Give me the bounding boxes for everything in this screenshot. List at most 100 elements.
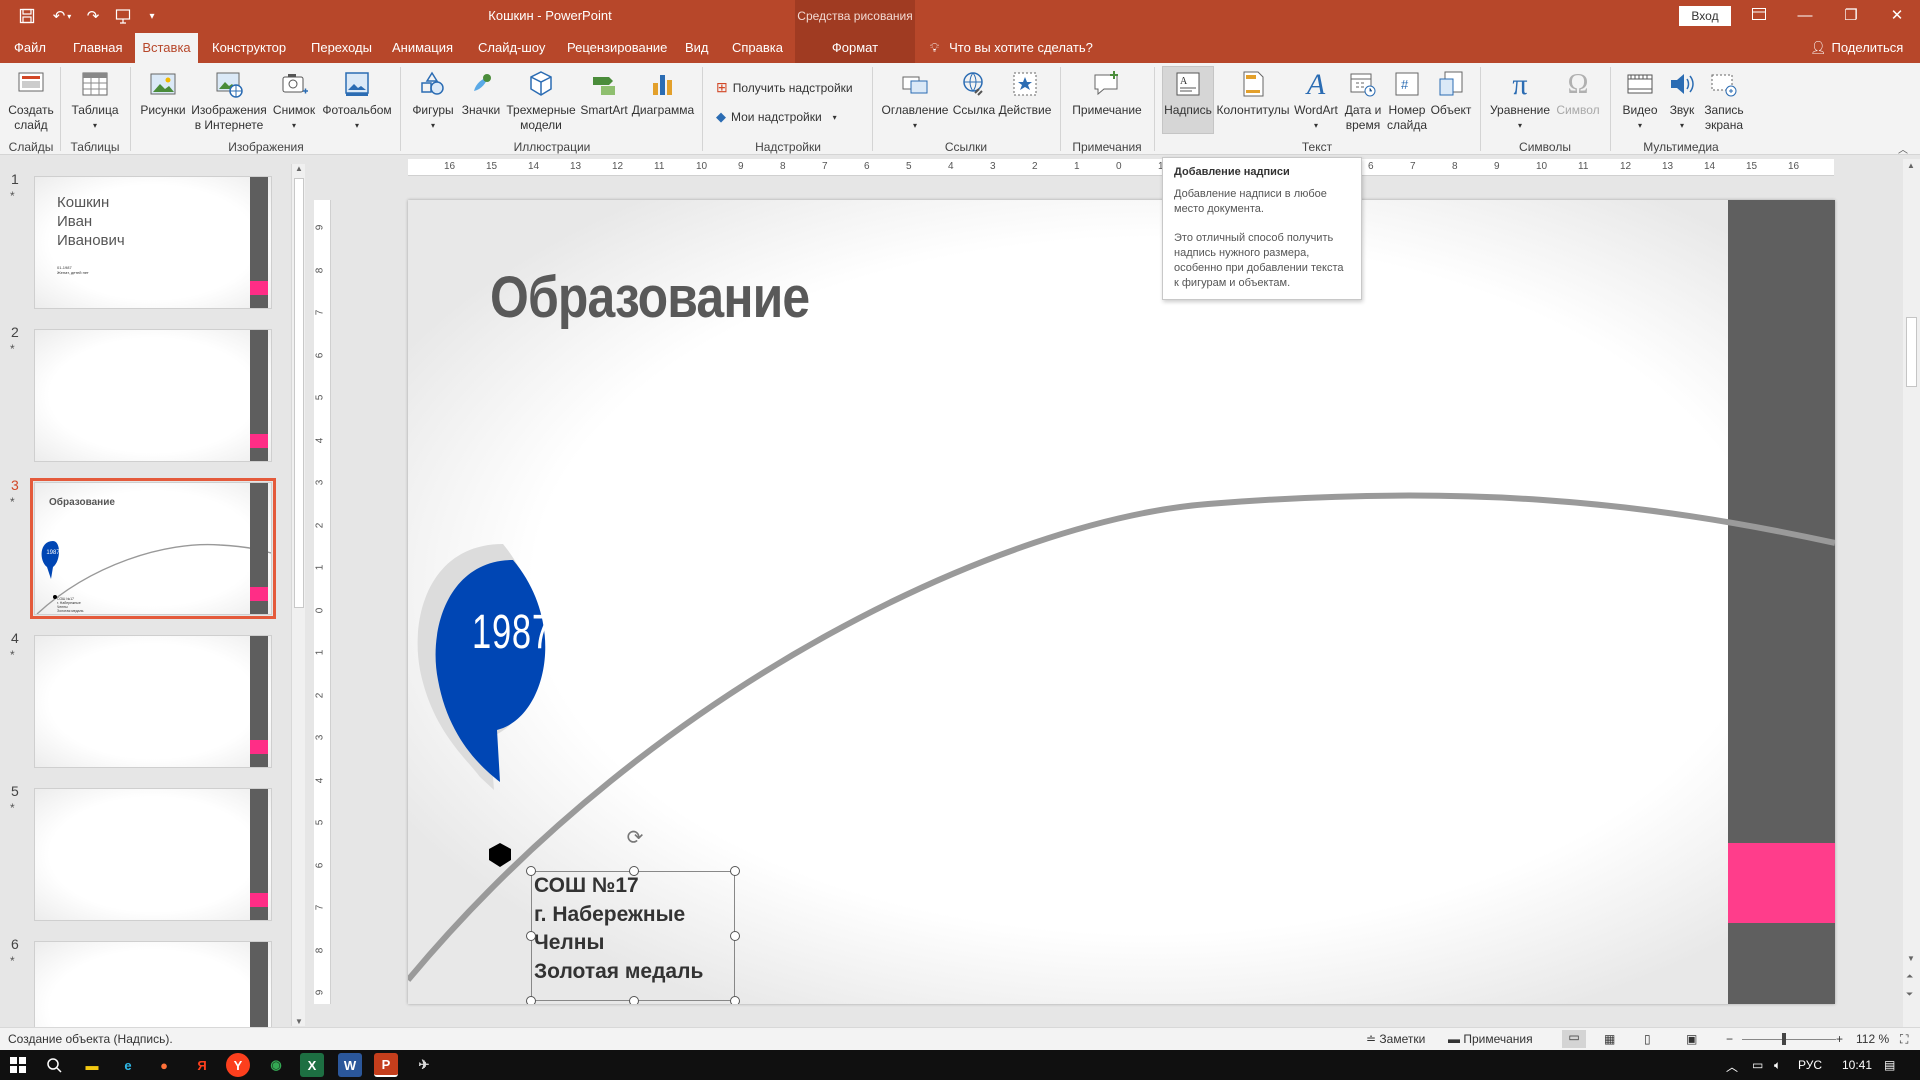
slideshow-view-icon[interactable]: ▣ (1686, 1032, 1697, 1046)
firefox-icon[interactable]: ● (152, 1053, 176, 1077)
scroll-down-icon[interactable]: ▼ (1907, 954, 1915, 963)
scroll-down-icon[interactable]: ▼ (295, 1017, 303, 1026)
pictures-button[interactable]: Рисунки (138, 67, 188, 118)
restore-button[interactable]: ❐ (1828, 4, 1874, 28)
object-button[interactable]: Объект (1430, 67, 1472, 118)
excel-icon[interactable]: X (300, 1053, 324, 1077)
next-slide-icon[interactable]: ⏷ (1906, 989, 1913, 1000)
resize-handle[interactable] (629, 996, 639, 1004)
table-button[interactable]: Таблица ▾ (68, 67, 122, 133)
resize-handle[interactable] (526, 996, 536, 1004)
search-icon[interactable] (42, 1053, 66, 1077)
minimize-button[interactable]: — (1782, 4, 1828, 28)
shapes-button[interactable]: Фигуры ▾ (408, 67, 458, 133)
tab-view[interactable]: Вид (679, 33, 715, 63)
smartart-button[interactable]: SmartArt (578, 67, 630, 118)
resize-handle[interactable] (526, 931, 536, 941)
powerpoint-icon[interactable]: P (374, 1053, 398, 1077)
comment-button[interactable]: Примечание (1068, 67, 1146, 118)
normal-view-icon[interactable]: ▭ (1562, 1030, 1586, 1048)
screen-recording-button[interactable]: Запись экрана (1702, 67, 1746, 133)
collapse-ribbon-icon[interactable]: ︿ (1898, 141, 1908, 156)
tab-format[interactable]: Формат (795, 33, 915, 63)
thumbnail-slide-6[interactable]: 6 * (0, 923, 300, 1028)
rotate-handle-icon[interactable]: ⟳ (624, 827, 646, 849)
sign-in-button[interactable]: Вход (1679, 6, 1731, 26)
zoom-in-icon[interactable]: + (1836, 1032, 1843, 1046)
notifications-icon[interactable]: ▤ (1884, 1058, 1895, 1072)
thumbnail-slide-3[interactable]: 3 * Образование 1987 СОШ №17 г. Набережн… (0, 464, 300, 619)
tab-file[interactable]: Файл (8, 33, 52, 63)
symbol-button[interactable]: Ω Символ (1554, 67, 1602, 118)
app-icon[interactable]: ✈ (412, 1053, 436, 1077)
chart-button[interactable]: Диаграмма (632, 67, 694, 118)
tab-slideshow[interactable]: Слайд-шоу (472, 33, 551, 63)
scroll-up-icon[interactable]: ▲ (295, 164, 303, 173)
textbox-button[interactable]: A Надпись (1162, 66, 1214, 134)
clock[interactable]: 10:41 (1842, 1058, 1872, 1072)
3d-models-button[interactable]: Трехмерные модели (506, 67, 576, 133)
comments-button[interactable]: ▬ Примечания (1448, 1032, 1533, 1046)
slide-title[interactable]: Образование (490, 264, 810, 331)
volume-icon[interactable]: 🔈︎ (1774, 1058, 1781, 1073)
thumbnail-slide-1[interactable]: 1 * Кошкин Иван Иванович 01-1987 Женат, … (0, 158, 300, 309)
notes-button[interactable]: ≐ Заметки (1366, 1032, 1425, 1046)
slide-sorter-icon[interactable]: ▦ (1604, 1032, 1615, 1046)
resize-handle[interactable] (730, 996, 740, 1004)
resize-handle[interactable] (526, 866, 536, 876)
thumbnail-scrollbar[interactable]: ▲ ▼ (291, 164, 305, 1026)
keyboard-language[interactable]: РУС (1798, 1058, 1822, 1072)
thumbnail-slide-5[interactable]: 5 * (0, 770, 300, 921)
photo-album-button[interactable]: Фотоальбом ▾ (320, 67, 394, 133)
resize-handle[interactable] (730, 866, 740, 876)
action-button[interactable]: Действие (998, 67, 1052, 118)
icons-button[interactable]: Значки (460, 67, 502, 118)
close-button[interactable]: ✕ (1874, 4, 1920, 28)
zoom-level[interactable]: 112 % (1856, 1032, 1889, 1046)
slide-number-button[interactable]: # Номер слайда (1386, 67, 1428, 133)
share-button[interactable]: 👤︎ Поделиться (1810, 33, 1903, 63)
file-explorer-icon[interactable]: ▬ (80, 1053, 104, 1077)
chrome-icon[interactable]: ◉ (264, 1053, 288, 1077)
tab-insert[interactable]: Вставка (135, 33, 198, 63)
thumbnail-slide-4[interactable]: 4 * (0, 617, 300, 768)
audio-button[interactable]: Звук ▾ (1664, 67, 1700, 133)
new-slide-button[interactable]: Создать слайд (8, 67, 54, 133)
link-button[interactable]: Ссылка (952, 67, 996, 118)
windows-start-icon[interactable] (6, 1053, 30, 1077)
reading-view-icon[interactable]: ▯ (1644, 1032, 1651, 1046)
tab-home[interactable]: Главная (67, 33, 128, 63)
scroll-up-icon[interactable]: ▲ (1907, 161, 1915, 170)
tab-help[interactable]: Справка (726, 33, 789, 63)
tray-overflow-icon[interactable]: ︿ (1726, 1058, 1738, 1075)
zoom-slider-track[interactable] (1742, 1039, 1836, 1040)
tab-transitions[interactable]: Переходы (305, 33, 378, 63)
zoom-out-icon[interactable]: − (1726, 1032, 1733, 1046)
previous-slide-icon[interactable]: ⏶ (1906, 971, 1913, 982)
tell-me-search[interactable]: 💡︎ Что вы хотите сделать? (930, 33, 1093, 63)
thumbnail-scroll-thumb[interactable] (294, 178, 304, 608)
resize-handle[interactable] (629, 866, 639, 876)
equation-button[interactable]: π Уравнение ▾ (1488, 67, 1552, 133)
screenshot-button[interactable]: Снимок ▾ (272, 67, 316, 133)
video-button[interactable]: Видео ▾ (1618, 67, 1662, 133)
tab-design[interactable]: Конструктор (206, 33, 292, 63)
yandex-icon[interactable]: Я (190, 1053, 214, 1077)
my-addins-button[interactable]: ◆ Мои надстройки ▾ (716, 109, 837, 125)
date-time-button[interactable]: Дата и время (1342, 67, 1384, 133)
battery-icon[interactable]: ▭ (1752, 1058, 1763, 1072)
online-pictures-button[interactable]: Изображения в Интернете (190, 67, 268, 133)
selected-textbox[interactable]: СОШ №17 г. Набережные Челны Золотая меда… (526, 866, 740, 1004)
tab-review[interactable]: Рецензирование (561, 33, 673, 63)
zoom-button[interactable]: Оглавление ▾ (880, 67, 950, 133)
yandex-browser-icon[interactable]: Y (226, 1053, 250, 1077)
wordart-button[interactable]: A WordArt ▾ (1292, 67, 1340, 133)
resize-handle[interactable] (730, 931, 740, 941)
header-footer-button[interactable]: Колонтитулы (1216, 67, 1290, 118)
zoom-slider-thumb[interactable] (1782, 1033, 1786, 1045)
thumbnail-slide-2[interactable]: 2 * (0, 311, 300, 462)
year-label[interactable]: 1987 (472, 605, 551, 660)
vertical-ruler[interactable]: 9 8 7 6 5 4 3 2 1 0 1 2 3 4 5 6 7 8 9 (314, 200, 331, 1004)
tab-animations[interactable]: Анимация (386, 33, 459, 63)
get-addins-button[interactable]: ⊞ Получить надстройки (716, 79, 853, 96)
